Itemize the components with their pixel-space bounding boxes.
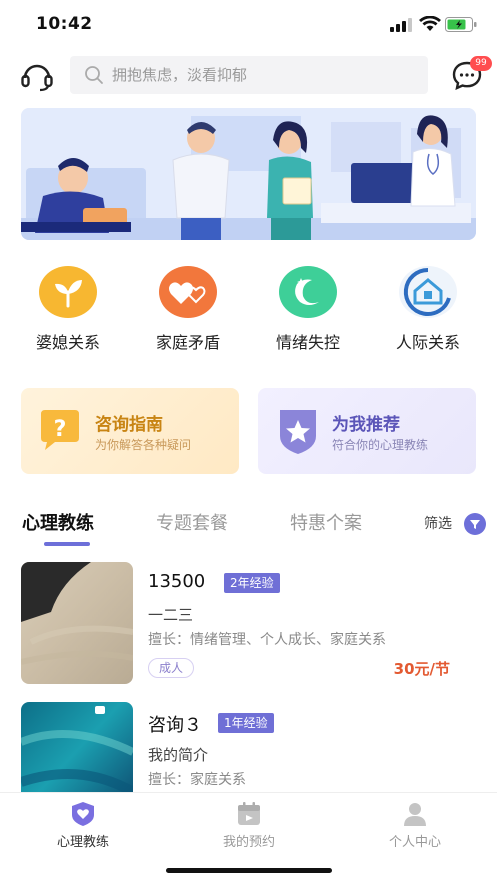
coach-name: 13500	[148, 571, 206, 592]
coach-card[interactable]: 13500 2年经验 一二三 擅长：情绪管理、个人成长、家庭关系 成人 30元/…	[0, 562, 497, 687]
recommend-card[interactable]: 为我推荐 符合你的心理教练	[258, 388, 476, 474]
hearts-icon	[159, 266, 217, 318]
battery-icon	[445, 17, 477, 32]
calendar-icon	[238, 802, 260, 825]
tab-special-offers[interactable]: 特惠个案	[290, 509, 362, 535]
filter-icon[interactable]	[464, 513, 486, 535]
coach-specialties: 擅长：家庭关系	[148, 772, 246, 788]
category-interpersonal[interactable]: 人际关系	[372, 266, 482, 356]
nav-label: 我的预约	[222, 835, 275, 850]
coach-intro: 我的简介	[148, 746, 209, 764]
coach-price: 30元/节	[393, 660, 450, 678]
search-bar[interactable]	[70, 56, 428, 94]
question-bubble-icon: ?	[41, 410, 79, 450]
consult-guide-title: 咨询指南	[95, 415, 163, 435]
heart-shield-icon	[72, 802, 94, 826]
nav-coaches[interactable]: 心理教练	[28, 801, 138, 850]
sprout-icon	[39, 266, 97, 318]
filter-button[interactable]: 筛选	[424, 513, 452, 533]
search-icon	[85, 66, 103, 84]
category-label: 婆媳关系	[35, 333, 100, 352]
hero-banner[interactable]	[21, 108, 476, 240]
search-input[interactable]	[112, 56, 412, 94]
header: 99	[0, 56, 497, 94]
category-label: 家庭矛盾	[155, 333, 220, 352]
audience-tag: 成人	[148, 658, 195, 678]
message-button[interactable]: 99	[451, 56, 492, 91]
category-emotion[interactable]: 情绪失控	[252, 266, 362, 356]
moon-icon	[279, 266, 337, 318]
coach-name: 咨询３	[148, 715, 202, 736]
person-icon	[404, 803, 426, 826]
star-shield-icon	[280, 410, 316, 454]
consult-guide-subtitle: 为你解答各种疑问	[95, 438, 192, 452]
category-label: 情绪失控	[275, 333, 340, 352]
nav-profile[interactable]: 个人中心	[360, 801, 470, 850]
tab-packages[interactable]: 专题套餐	[156, 509, 228, 535]
category-mother-in-law[interactable]: 婆媳关系	[12, 266, 122, 356]
nav-label: 个人中心	[388, 835, 441, 850]
message-badge: 99	[470, 56, 492, 71]
coach-specialties: 擅长：情绪管理、个人成长、家庭关系	[148, 632, 386, 648]
category-family-conflict[interactable]: 家庭矛盾	[132, 266, 242, 356]
status-time: 10:42	[36, 14, 93, 34]
consultation-illustration	[21, 108, 476, 240]
nav-label: 心理教练	[56, 835, 109, 850]
category-label: 人际关系	[395, 333, 460, 352]
tab-coaches[interactable]: 心理教练	[22, 509, 94, 535]
status-bar: 10:42	[0, 0, 497, 44]
experience-badge: 2年经验	[224, 573, 280, 593]
coach-photo	[21, 562, 133, 684]
tab-underline	[44, 542, 90, 546]
signal-icon	[390, 18, 412, 32]
category-grid: 婆媳关系 家庭矛盾 情绪失控 人际关系	[0, 266, 497, 356]
svg-text:?: ?	[54, 417, 67, 442]
wifi-icon	[419, 16, 441, 31]
tab-bar: 心理教练 专题套餐 特惠个案 筛选	[0, 505, 497, 547]
recommend-title: 为我推荐	[332, 415, 400, 435]
recommend-subtitle: 符合你的心理教练	[332, 438, 429, 452]
home-indicator	[166, 868, 332, 873]
coach-intro: 一二三	[148, 606, 194, 624]
consult-guide-card[interactable]: ? 咨询指南 为你解答各种疑问	[21, 388, 239, 474]
house-ring-icon	[399, 266, 457, 318]
headset-icon[interactable]	[20, 60, 54, 92]
nav-appointments[interactable]: 我的预约	[194, 801, 304, 850]
experience-badge: 1年经验	[218, 713, 274, 733]
